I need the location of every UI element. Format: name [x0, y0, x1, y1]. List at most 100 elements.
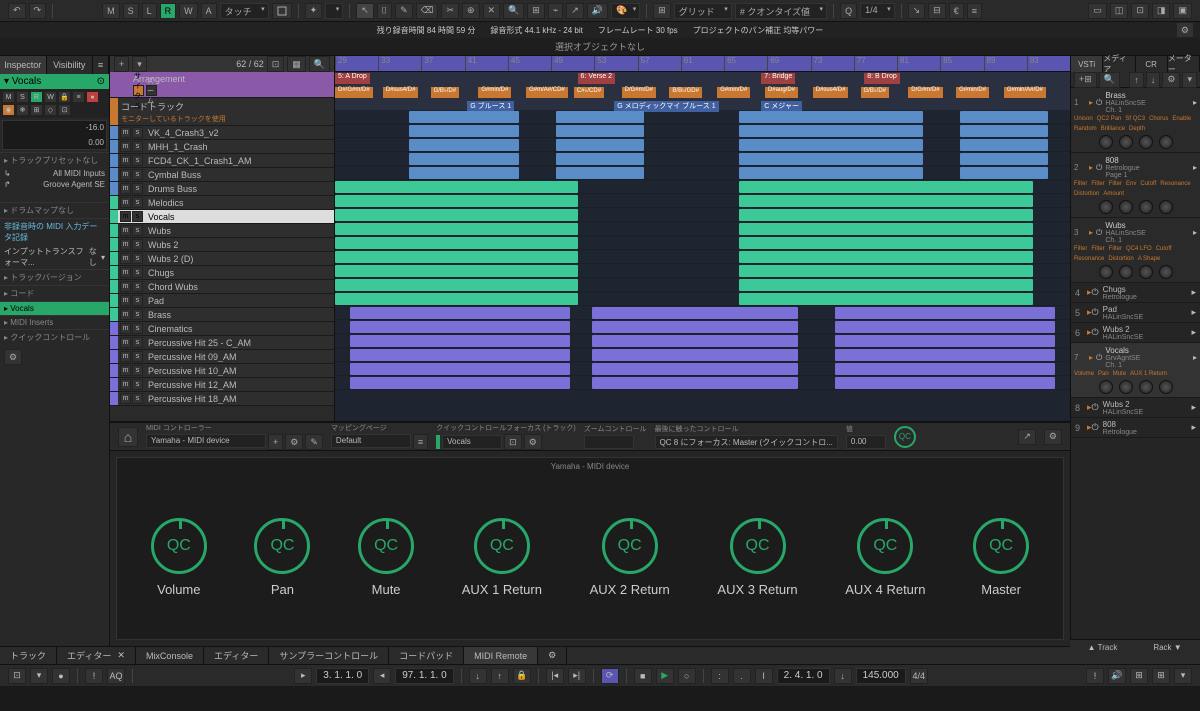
clip-lane[interactable]	[335, 348, 1070, 362]
clip-lane[interactable]	[335, 222, 1070, 236]
track-row[interactable]: ms Percussive Hit 09_AM	[110, 350, 334, 364]
zoom-slider[interactable]	[584, 435, 634, 449]
visibility-tab[interactable]: Visibility	[47, 56, 94, 74]
vsti-tab[interactable]: VSTi	[1071, 56, 1103, 72]
marker[interactable]: 5: A Drop	[335, 73, 370, 84]
tempo-track[interactable]: ↓	[834, 668, 852, 684]
audio-clip[interactable]	[739, 209, 1033, 221]
volume-fader[interactable]: -16.0 0.00	[2, 120, 107, 150]
audio-clip[interactable]	[350, 363, 571, 375]
track-solo[interactable]: s	[132, 393, 143, 404]
automation-mode[interactable]: タッチ	[220, 3, 269, 19]
vsti-slot[interactable]: 1 ▸⏻ BrassHALinSncSECh. 1 ▸ UnisonQC2 Pa…	[1071, 88, 1200, 153]
audio-clip[interactable]	[556, 153, 644, 165]
bottom-tab[interactable]: トラック	[0, 647, 57, 664]
timeline-ruler[interactable]: 2933374145495357616569737781858993	[335, 56, 1070, 72]
track-mute[interactable]: m	[120, 267, 131, 278]
trans-b2[interactable]: ▾	[30, 668, 48, 684]
marker-right[interactable]: I	[755, 668, 773, 684]
audio-clip[interactable]	[835, 335, 1056, 347]
left-locator[interactable]: 3. 1. 1. 0	[316, 668, 369, 684]
ruler-mark[interactable]: 77	[854, 56, 897, 71]
tool-1-menu[interactable]	[325, 3, 343, 19]
track-row[interactable]: ms Chugs	[110, 266, 334, 280]
track-mute[interactable]: m	[120, 211, 131, 222]
marker[interactable]: 8: B Drop	[864, 73, 900, 84]
power-icon[interactable]: ⏻	[1096, 228, 1102, 238]
vsti-knob[interactable]	[1159, 380, 1173, 394]
ruler-mark[interactable]: 29	[335, 56, 378, 71]
bottom-tab[interactable]: MixConsole	[136, 647, 204, 664]
input-transform[interactable]: インプットトランスフォーマ... なし ▾	[0, 245, 109, 269]
quantize-value[interactable]: 1/4	[860, 3, 895, 19]
ctrl-gear[interactable]: ⚙	[285, 434, 303, 450]
track-row[interactable]: ms Cymbal Buss	[110, 168, 334, 182]
track-solo[interactable]: s	[132, 197, 143, 208]
audio-clip[interactable]	[592, 307, 798, 319]
chord-monitor[interactable]: モニターしているトラックを使用	[118, 114, 334, 124]
inspector-track-name[interactable]: ▾ Vocals⊙	[0, 74, 109, 89]
ruler-mark[interactable]: 85	[940, 56, 983, 71]
footer-rack[interactable]: Rack ▼	[1135, 640, 1200, 655]
track-solo[interactable]: s	[132, 211, 143, 222]
track-mute[interactable]: m	[120, 155, 131, 166]
goto-end[interactable]: ▸|	[568, 668, 586, 684]
insp-freeze[interactable]: ❄	[16, 104, 29, 116]
audio-clip[interactable]	[960, 167, 1048, 179]
audio-clip[interactable]	[835, 377, 1056, 389]
q-apply[interactable]: Q	[840, 3, 857, 19]
draw-tool[interactable]: ✎	[395, 3, 413, 19]
add-track-icon[interactable]: +	[114, 56, 129, 72]
chord-event[interactable]: D/G#m/D#	[908, 87, 942, 98]
primary-time[interactable]: 2. 4. 1. 0	[777, 668, 830, 684]
ruler-mark[interactable]: 81	[897, 56, 940, 71]
audio-clip[interactable]	[960, 111, 1048, 123]
edit-icon[interactable]: ⊙	[97, 76, 105, 87]
track-row[interactable]: ms Pad	[110, 294, 334, 308]
track-mute[interactable]: m	[120, 351, 131, 362]
range-tool[interactable]: ⌷	[377, 3, 392, 19]
audio-clip[interactable]	[335, 209, 578, 221]
vsti-opt-icon[interactable]: ▸	[1193, 228, 1197, 237]
tabs-gear-icon[interactable]: ⚙	[538, 647, 567, 664]
track-mute[interactable]: m	[120, 365, 131, 376]
automation-panel[interactable]	[272, 3, 292, 19]
trans-r1[interactable]: !	[1086, 668, 1104, 684]
audio-clip[interactable]	[835, 349, 1056, 361]
track-row[interactable]: ms Percussive Hit 10_AM	[110, 364, 334, 378]
bottom-tab[interactable]: エディター	[204, 647, 269, 664]
lock-btn[interactable]: 🔒	[513, 668, 531, 684]
audio-clip[interactable]	[592, 363, 798, 375]
ruler-mark[interactable]: 37	[421, 56, 464, 71]
qc-knob[interactable]: QC	[602, 518, 658, 574]
vsti-knob[interactable]	[1099, 265, 1113, 279]
track-mute[interactable]: m	[120, 239, 131, 250]
ctrl-add[interactable]: +	[268, 434, 283, 450]
vsti-slot[interactable]: 8▸⏻ Wubs 2HALinSncSE▸	[1071, 398, 1200, 418]
track-solo[interactable]: s	[132, 253, 143, 264]
comp-tool[interactable]: ⊞	[527, 3, 545, 19]
vsti-knob[interactable]	[1099, 380, 1113, 394]
settings-icon[interactable]: ⚙	[1176, 22, 1194, 38]
chord-event[interactable]: G#min/D#	[956, 87, 989, 98]
section-chord[interactable]: ▸ コード	[0, 285, 109, 301]
tool-x2[interactable]: ⊟	[928, 3, 946, 19]
sig[interactable]: 4/4	[910, 668, 928, 684]
audio-clip[interactable]	[556, 111, 644, 123]
trans-r2[interactable]: 🔊	[1108, 668, 1126, 684]
layout-1[interactable]: ▭	[1088, 3, 1107, 19]
track-row[interactable]: ms MHH_1_Crash	[110, 140, 334, 154]
vsti-slot[interactable]: 2 ▸⏻ 808RetrologuePage 1 ▸ FilterFilterF…	[1071, 153, 1200, 218]
marker-track[interactable]: 5: A Drop6: Verse 27: Bridge8: B Drop	[335, 72, 1070, 86]
bottom-tab[interactable]: サンプラーコントロール	[269, 647, 389, 664]
bottom-tab[interactable]: コードパッド	[389, 647, 464, 664]
clip-lane[interactable]	[335, 138, 1070, 152]
punch-in[interactable]: !	[85, 668, 103, 684]
track-mute[interactable]: m	[120, 127, 131, 138]
audio-clip[interactable]	[335, 293, 578, 305]
ruler-mark[interactable]: 49	[551, 56, 594, 71]
home-icon[interactable]: ⌂	[118, 427, 138, 447]
track-solo[interactable]: s	[132, 337, 143, 348]
cr-tab[interactable]: CR	[1136, 56, 1168, 72]
audio-clip[interactable]	[350, 335, 571, 347]
